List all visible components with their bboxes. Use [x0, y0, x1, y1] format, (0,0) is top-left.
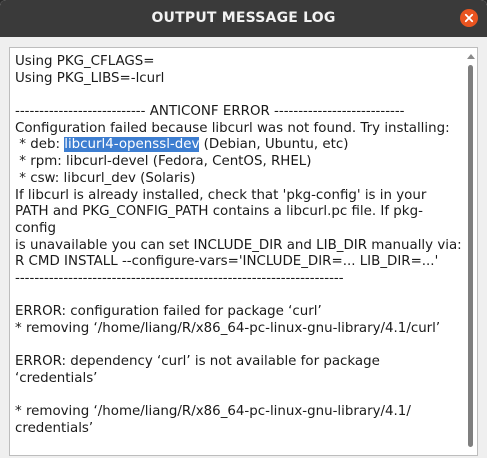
log-line: Using PKG_LIBS=-lcurl [15, 70, 165, 86]
log-line: * removing ‘/home/liang/R/x86_64-pc-linu… [15, 404, 411, 420]
scroll-up-arrow-icon[interactable] [467, 54, 475, 59]
log-line: config [15, 220, 56, 236]
close-button[interactable] [460, 9, 478, 27]
log-line: ‘credentials’ [15, 371, 98, 387]
log-line: Using PKG_CFLAGS= [15, 54, 155, 69]
selected-text[interactable]: libcurl4-openssl-dev [64, 137, 200, 153]
scrollbar-thumb[interactable] [468, 65, 473, 447]
log-line: * csw: libcurl_dev (Solaris) [15, 170, 196, 186]
log-line: ERROR: configuration failed for package … [15, 304, 322, 320]
window-title: OUTPUT MESSAGE LOG [151, 10, 336, 26]
log-line: PATH and PKG_CONFIG_PATH contains a libc… [15, 204, 423, 220]
log-line: * rpm: libcurl-devel (Fedora, CentOS, RH… [15, 154, 312, 170]
log-line: --------------------------- ANTICONF ERR… [15, 104, 405, 120]
log-line: If libcurl is already installed, check t… [15, 187, 427, 203]
log-line: is unavailable you can set INCLUDE_DIR a… [15, 237, 462, 253]
log-text-area[interactable]: Using PKG_CFLAGS= Using PKG_LIBS=-lcurl --… [9, 47, 478, 456]
log-line-text: * deb: [15, 137, 65, 153]
log-line: * removing ‘/home/liang/R/x86_64-pc-linu… [15, 321, 441, 336]
output-message-log-window: OUTPUT MESSAGE LOG Using PKG_CFLAGS= Usin… [0, 0, 487, 458]
close-icon [464, 13, 474, 23]
log-line-text: (Debian, Ubuntu, etc) [199, 137, 349, 153]
vertical-scrollbar[interactable] [464, 48, 477, 455]
log-line: ERROR: dependency ‘curl’ is not availabl… [15, 354, 380, 370]
log-line: Configuration failed because libcurl was… [15, 120, 450, 136]
log-line: * deb: libcurl4-openssl-dev (Debian, Ubu… [15, 137, 463, 154]
log-line: R CMD INSTALL --configure-vars='INCLUDE_… [15, 254, 439, 270]
log-output[interactable]: Using PKG_CFLAGS= Using PKG_LIBS=-lcurl --… [15, 54, 463, 438]
log-line: credentials’ [15, 421, 94, 437]
title-bar[interactable]: OUTPUT MESSAGE LOG [0, 0, 487, 37]
log-line: ----------------------------------------… [15, 270, 344, 286]
